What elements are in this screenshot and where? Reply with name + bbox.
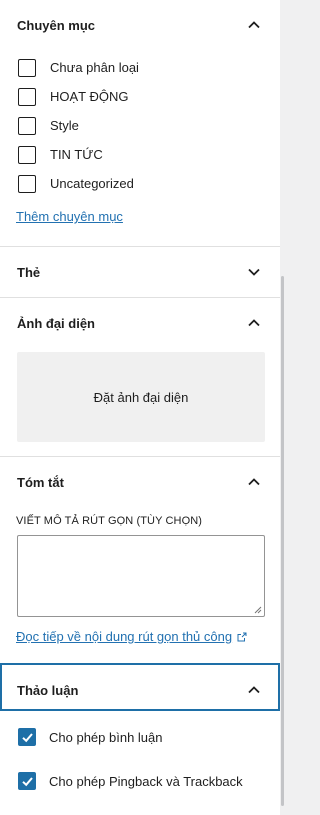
category-label: Chưa phân loại [50,60,139,75]
tags-panel-toggle[interactable]: Thẻ [0,247,280,297]
allow-comments-option[interactable]: Cho phép bình luận [16,715,264,759]
categories-panel: Chuyên mục Chưa phân loại HOẠT ĐỘNG Styl… [0,0,280,247]
category-item[interactable]: Uncategorized [16,169,264,198]
tags-panel: Thẻ [0,247,280,298]
scrollbar-thumb[interactable] [281,276,284,806]
allow-comments-label: Cho phép bình luận [49,729,163,745]
chevron-up-icon [248,319,260,327]
allow-pingbacks-checkbox[interactable] [18,772,36,790]
category-label: HOẠT ĐỘNG [50,89,129,104]
categories-panel-title: Chuyên mục [17,17,96,33]
featured-image-panel-title: Ảnh đại diện [17,315,95,331]
chevron-down-icon [248,268,260,276]
excerpt-panel: Tóm tắt VIẾT MÔ TẢ RÚT GỌN (TÙY CHỌN) Đọ… [0,457,280,665]
chevron-up-icon [248,686,260,694]
category-checkbox[interactable] [18,145,36,164]
allow-pingbacks-option[interactable]: Cho phép Pingback và Trackback [16,759,264,803]
add-category-link[interactable]: Thêm chuyên mục [16,209,123,224]
excerpt-learn-more-link[interactable]: Đọc tiếp về nội dung rút gọn thủ công [16,629,232,644]
category-checkbox[interactable] [18,116,36,135]
category-checkbox[interactable] [18,174,36,193]
featured-image-panel-toggle[interactable]: Ảnh đại diện [0,298,280,348]
excerpt-field-label: VIẾT MÔ TẢ RÚT GỌN (TÙY CHỌN) [16,515,203,527]
category-label: Style [50,118,79,133]
checkmark-icon [21,776,33,786]
featured-image-panel: Ảnh đại diện Đặt ảnh đại diện [0,298,280,457]
category-label: TIN TỨC [50,147,103,162]
category-item[interactable]: HOẠT ĐỘNG [16,82,264,111]
excerpt-textarea[interactable] [17,535,265,617]
category-checkbox[interactable] [18,58,36,77]
set-featured-image-button[interactable]: Đặt ảnh đại diện [17,352,265,442]
tags-panel-title: Thẻ [17,264,41,280]
excerpt-panel-toggle[interactable]: Tóm tắt [0,457,280,507]
excerpt-panel-title: Tóm tắt [17,474,64,490]
allow-comments-checkbox[interactable] [18,728,36,746]
resize-handle-icon[interactable] [254,606,262,614]
discussion-panel: Thảo luận Cho phép bình luận Cho phép Pi… [0,665,280,813]
discussion-panel-toggle[interactable]: Thảo luận [0,665,280,715]
category-item[interactable]: Chưa phân loại [16,53,264,82]
category-item[interactable]: Style [16,111,264,140]
category-label: Uncategorized [50,176,134,191]
checkmark-icon [21,732,33,742]
category-checkbox[interactable] [18,87,36,106]
categories-panel-toggle[interactable]: Chuyên mục [0,0,280,50]
chevron-up-icon [248,478,260,486]
allow-pingbacks-label: Cho phép Pingback và Trackback [49,773,243,789]
category-list: Chưa phân loại HOẠT ĐỘNG Style TIN TỨC U… [16,53,264,198]
category-item[interactable]: TIN TỨC [16,140,264,169]
external-link-icon [237,632,247,642]
chevron-up-icon [248,21,260,29]
settings-sidebar: Chuyên mục Chưa phân loại HOẠT ĐỘNG Styl… [0,0,281,815]
scrollbar[interactable] [280,0,285,815]
discussion-panel-title: Thảo luận [17,682,79,698]
